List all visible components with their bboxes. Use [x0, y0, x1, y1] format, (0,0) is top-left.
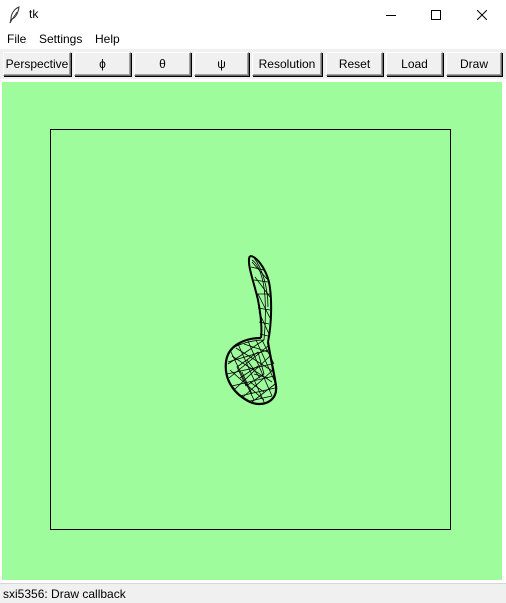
- maximize-icon: [431, 10, 441, 20]
- minimize-button[interactable]: [368, 0, 414, 30]
- minimize-icon: [386, 15, 396, 16]
- toolbar: Perspective ϕ θ ψ Resolution Reset Load …: [0, 49, 506, 79]
- window-title: tk: [29, 7, 39, 21]
- resolution-button[interactable]: Resolution: [252, 52, 322, 76]
- theta-button[interactable]: θ: [134, 52, 191, 76]
- menu-help[interactable]: Help: [95, 32, 120, 47]
- status-text: sxi5356: Draw callback: [3, 587, 126, 601]
- feather-icon: [8, 6, 22, 24]
- close-icon: [477, 10, 487, 20]
- reset-button[interactable]: Reset: [326, 52, 383, 76]
- menu-settings[interactable]: Settings: [39, 32, 82, 47]
- title-bar: tk: [0, 0, 506, 30]
- canvas-frame: [50, 129, 451, 530]
- close-button[interactable]: [459, 0, 505, 30]
- draw-button[interactable]: Draw: [446, 52, 502, 76]
- menu-file[interactable]: File: [7, 32, 26, 47]
- psi-button[interactable]: ψ: [194, 52, 249, 76]
- menu-bar: File Settings Help: [0, 30, 506, 49]
- drawing-canvas[interactable]: [2, 82, 502, 580]
- perspective-button[interactable]: Perspective: [3, 52, 71, 76]
- maximize-button[interactable]: [413, 0, 459, 30]
- status-bar: sxi5356: Draw callback: [0, 583, 506, 603]
- wireframe-mesh: [224, 255, 278, 406]
- load-button[interactable]: Load: [386, 52, 443, 76]
- phi-button[interactable]: ϕ: [74, 52, 131, 76]
